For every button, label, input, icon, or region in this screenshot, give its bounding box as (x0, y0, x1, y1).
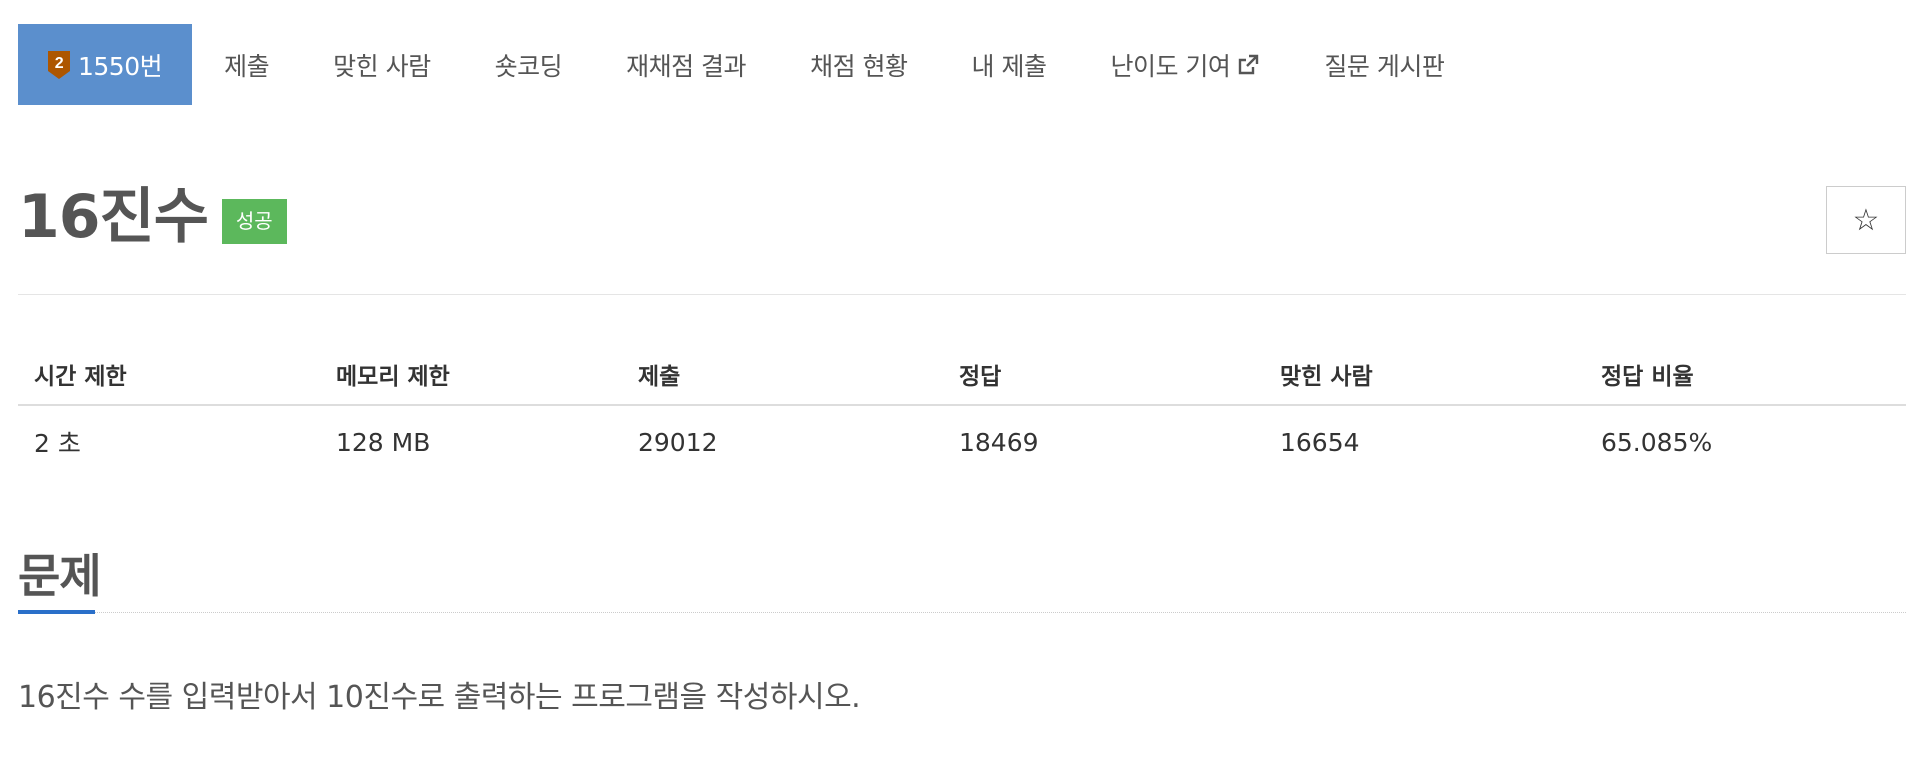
header-accepted-users: 맞힌 사람 (1280, 364, 1373, 390)
tab-problem[interactable]: 2 1550번 (18, 24, 193, 105)
tab-qna-board[interactable]: 질문 게시판 (1292, 24, 1476, 105)
value-accepted: 18469 (959, 427, 1039, 457)
tab-rejudge-results[interactable]: 재채점 결과 (594, 24, 778, 105)
star-icon: ☆ (1852, 202, 1880, 238)
header-time-limit: 시간 제한 (34, 364, 127, 390)
section-title-problem: 문제 (18, 549, 102, 603)
external-link-icon (1239, 54, 1259, 74)
tab-submit[interactable]: 제출 (192, 24, 301, 105)
table-row: 2 초 128 MB 29012 18469 16654 65.085% (18, 406, 1906, 478)
problem-description: 16진수 수를 입력받아서 10진수로 출력하는 프로그램을 작성하시오. (18, 680, 861, 715)
problem-info-table: 시간 제한 메모리 제한 제출 정답 맞힌 사람 정답 비율 2 초 128 M… (18, 344, 1906, 478)
tab-judge-status[interactable]: 채점 현황 (778, 24, 939, 105)
header-memory-limit: 메모리 제한 (336, 364, 450, 390)
table-header-row: 시간 제한 메모리 제한 제출 정답 맞힌 사람 정답 비율 (18, 344, 1906, 406)
title-divider (18, 294, 1906, 295)
tab-difficulty-contribution[interactable]: 난이도 기여 (1078, 24, 1292, 105)
section-accent-bar (18, 610, 95, 614)
header-accepted: 정답 (959, 364, 1002, 390)
page-title: 16진수 (18, 182, 209, 252)
header-submissions: 제출 (638, 364, 681, 390)
value-memory-limit: 128 MB (336, 427, 431, 457)
tier-badge-icon: 2 (48, 50, 70, 79)
problem-nav: 2 1550번 제출 맞힌 사람 숏코딩 재채점 결과 채점 현황 내 제출 난… (18, 24, 1476, 105)
section-divider (18, 612, 1906, 613)
value-accepted-users: 16654 (1280, 427, 1360, 457)
tab-problem-label: 1550번 (78, 51, 163, 81)
value-time-limit: 2 초 (34, 429, 81, 458)
value-submissions: 29012 (638, 427, 718, 457)
problem-title-row: 16진수 성공 (18, 182, 287, 252)
header-accept-ratio: 정답 비율 (1601, 364, 1694, 390)
favorite-star-button[interactable]: ☆ (1826, 186, 1906, 254)
value-accept-ratio: 65.085% (1601, 427, 1713, 457)
tab-short-coding[interactable]: 숏코딩 (463, 24, 595, 105)
svg-text:2: 2 (55, 55, 64, 72)
status-badge: 성공 (221, 199, 287, 244)
tab-accepted-users[interactable]: 맞힌 사람 (301, 24, 462, 105)
tab-my-submissions[interactable]: 내 제출 (940, 24, 1079, 105)
